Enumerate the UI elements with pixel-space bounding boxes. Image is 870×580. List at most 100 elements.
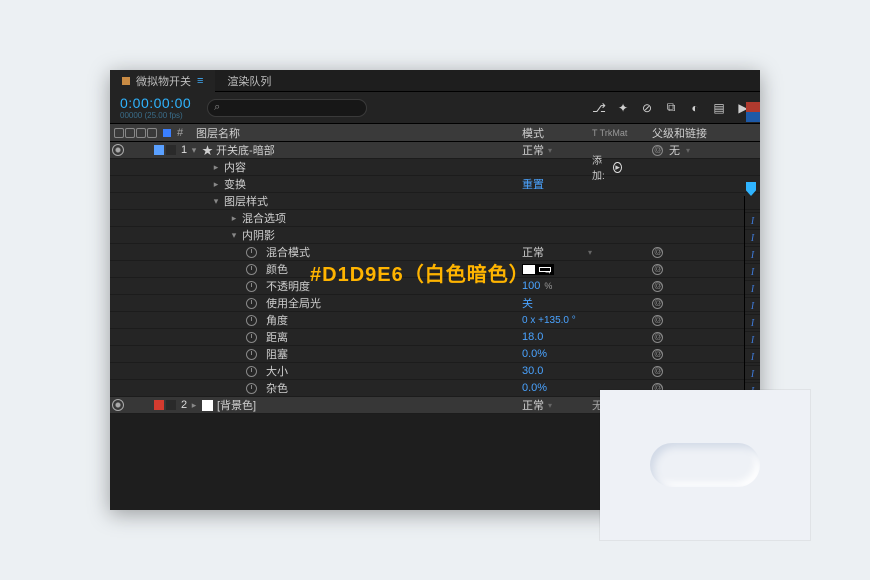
tab-render-queue[interactable]: 渲染队列 [215, 70, 283, 92]
pickwhip-icon[interactable] [652, 145, 663, 156]
eye-icon[interactable] [112, 399, 124, 411]
shy-icon[interactable]: ⊘ [640, 101, 654, 115]
reset-link[interactable]: 重置 [522, 176, 544, 192]
timeline-ruler-strip[interactable]: I I I I I I I I I I I I I I [744, 196, 760, 414]
group-label: 内容 [224, 159, 246, 175]
stopwatch-icon[interactable] [246, 383, 257, 394]
stopwatch-icon[interactable] [246, 349, 257, 360]
prop-label: 不透明度 [266, 278, 310, 294]
eye-icon[interactable] [112, 144, 124, 156]
trkmat-header[interactable]: T TrkMat [592, 128, 652, 138]
audio-column-icon[interactable] [125, 128, 135, 138]
pickwhip-icon[interactable] [652, 247, 663, 258]
property-row[interactable]: 阻塞 0.0% [110, 346, 760, 363]
stopwatch-icon[interactable] [246, 281, 257, 292]
label-swatch[interactable] [166, 145, 176, 155]
group-label: 变换 [224, 176, 246, 192]
video-column-icon[interactable] [114, 128, 124, 138]
layer-search-input[interactable]: ⌕ [207, 99, 367, 117]
tab-menu-icon[interactable]: ≡ [197, 75, 203, 87]
property-group-row[interactable]: 变换 重置 [110, 176, 760, 193]
twirl-icon[interactable] [230, 230, 238, 241]
stopwatch-icon[interactable] [246, 298, 257, 309]
blend-mode-dropdown[interactable]: 正常▾ [522, 397, 592, 413]
property-row[interactable]: 大小 30.0 [110, 363, 760, 380]
group-label: 内阴影 [242, 227, 275, 243]
parent-header[interactable]: 父级和链接 [652, 125, 742, 141]
pickwhip-icon[interactable] [652, 298, 663, 309]
layer-index: 1 [178, 144, 190, 156]
pickwhip-icon[interactable] [652, 332, 663, 343]
layer-index: 2 [178, 399, 190, 411]
lock-column-icon[interactable] [147, 128, 157, 138]
tab-composition[interactable]: 微拟物开关 ≡ [110, 70, 215, 92]
layer-rows: 1 ★ 开关底-暗部 正常▾ 无▾ 内容 添加:▸ [110, 142, 760, 414]
pickwhip-icon[interactable] [652, 315, 663, 326]
solid-color-swatch [202, 400, 213, 411]
property-group-row[interactable]: 内容 添加:▸ [110, 159, 760, 176]
property-row[interactable]: 角度 0 x +135.0 ° [110, 312, 760, 329]
frame-blend-icon[interactable]: ⧉ [664, 101, 678, 115]
prop-value[interactable]: 0 x +135.0 ° [522, 315, 576, 326]
pickwhip-icon[interactable] [652, 264, 663, 275]
color-swatch[interactable]: → [522, 264, 554, 275]
property-row[interactable]: 不透明度 100% [110, 278, 760, 295]
property-row[interactable]: 颜色 → [110, 261, 760, 278]
label-swatch[interactable] [154, 145, 164, 155]
property-row[interactable]: 使用全局光 关 [110, 295, 760, 312]
group-label: 图层样式 [224, 193, 268, 209]
label-swatch[interactable] [154, 400, 164, 410]
composition-preview [600, 390, 810, 540]
prop-label: 杂色 [266, 380, 288, 396]
stopwatch-icon[interactable] [246, 264, 257, 275]
marker-chips [746, 102, 760, 122]
layer-name: ★ 开关底-暗部 [202, 142, 275, 158]
prop-label: 角度 [266, 312, 288, 328]
prop-value[interactable]: 18.0 [522, 331, 543, 343]
prop-value[interactable]: 30.0 [522, 365, 543, 377]
composition-flow-icon[interactable]: ⎇ [592, 101, 606, 115]
stopwatch-icon[interactable] [246, 332, 257, 343]
property-group-row[interactable]: 图层样式 [110, 193, 760, 210]
prop-label: 阻塞 [266, 346, 288, 362]
solo-column-icon[interactable] [136, 128, 146, 138]
prop-label: 颜色 [266, 261, 288, 277]
property-row[interactable]: 混合模式 正常▾ [110, 244, 760, 261]
pickwhip-icon[interactable] [652, 281, 663, 292]
layer-row[interactable]: 1 ★ 开关底-暗部 正常▾ 无▾ [110, 142, 760, 159]
mode-header[interactable]: 模式 [522, 125, 592, 141]
stopwatch-icon[interactable] [246, 247, 257, 258]
prop-value[interactable]: 0.0% [522, 382, 547, 394]
layername-header[interactable]: 图层名称 [190, 125, 522, 141]
search-field[interactable] [224, 102, 360, 113]
twirl-icon[interactable] [190, 145, 198, 156]
pickwhip-icon[interactable] [652, 366, 663, 377]
blend-mode-dropdown[interactable]: 正常▾ [522, 142, 592, 158]
timeline-toolbar: 0:00:00:00 00000 (25.00 fps) ⌕ ⎇ ✦ ⊘ ⧉ ◐… [110, 92, 760, 124]
prop-value[interactable]: 100 [522, 280, 540, 292]
label-swatch[interactable] [166, 400, 176, 410]
graph-editor-icon[interactable]: ▤ [712, 101, 726, 115]
label-column-icon[interactable] [163, 129, 171, 137]
prop-value[interactable]: 0.0% [522, 348, 547, 360]
pickwhip-icon[interactable] [652, 349, 663, 360]
current-timecode[interactable]: 0:00:00:00 00000 (25.00 fps) [110, 95, 201, 120]
draft3d-icon[interactable]: ✦ [616, 101, 630, 115]
prop-label: 距离 [266, 329, 288, 345]
twirl-icon[interactable] [212, 196, 220, 207]
add-label: 添加: [592, 152, 609, 182]
twirl-icon[interactable] [212, 179, 220, 190]
stopwatch-icon[interactable] [246, 315, 257, 326]
stopwatch-icon[interactable] [246, 366, 257, 377]
value-dropdown[interactable]: 正常▾ [522, 244, 592, 260]
twirl-icon[interactable] [190, 400, 198, 411]
prop-value[interactable]: 关 [522, 295, 533, 311]
twirl-icon[interactable] [230, 213, 238, 224]
property-group-row[interactable]: 混合选项 [110, 210, 760, 227]
twirl-icon[interactable] [212, 162, 220, 173]
property-row[interactable]: 距离 18.0 [110, 329, 760, 346]
motion-blur-icon[interactable]: ◐ [688, 101, 702, 115]
parent-dropdown[interactable]: 无▾ [652, 142, 742, 158]
add-button-icon[interactable]: ▸ [613, 162, 622, 173]
property-group-row[interactable]: 内阴影 [110, 227, 760, 244]
